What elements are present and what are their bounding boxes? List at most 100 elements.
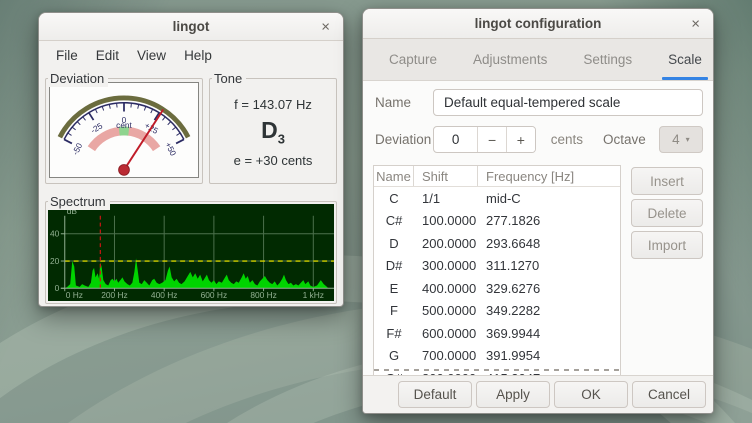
deviation-frame-label: Deviation (48, 70, 108, 87)
x-tick-label: 800 Hz (250, 290, 277, 300)
y-tick-label: 0 (55, 283, 60, 293)
table-row[interactable]: G700.0000391.9954 (374, 345, 620, 368)
table-cell: 700.0000 (414, 348, 478, 363)
gauge-unit-label: cent (116, 121, 132, 130)
menu-help[interactable]: Help (175, 45, 221, 66)
deviation-spinbox: 0 − + (433, 126, 536, 153)
close-icon[interactable]: × (317, 17, 334, 36)
table-cell: F# (374, 326, 414, 341)
table-cell: F (374, 303, 414, 318)
close-icon[interactable]: × (687, 14, 704, 33)
table-cell: 400.0000 (414, 281, 478, 296)
spectrum-frame: Spectrum 402000 Hz200 Hz400 Hz600 Hz800 … (45, 201, 337, 304)
col-header-shift[interactable]: Shift (414, 166, 478, 186)
scale-name-input[interactable] (433, 89, 703, 116)
tab-settings[interactable]: Settings (571, 39, 644, 80)
table-cell: C# (374, 213, 414, 228)
name-label: Name (373, 95, 431, 110)
tab-capture[interactable]: Capture (377, 39, 449, 80)
gauge-tick (168, 122, 171, 125)
menu-view[interactable]: View (128, 45, 175, 66)
table-row[interactable]: D200.0000293.6648 (374, 232, 620, 255)
note-octave: 3 (278, 132, 285, 147)
gauge-needle (122, 109, 163, 173)
col-header-name[interactable]: Name (374, 166, 414, 186)
spectrum-frame-label: Spectrum (48, 193, 110, 210)
table-cell: 500.0000 (414, 303, 478, 318)
table-row[interactable]: E400.0000329.6276 (374, 277, 620, 300)
tone-frame-label: Tone (212, 70, 246, 87)
ok-button[interactable]: OK (554, 381, 628, 408)
plus-button[interactable]: + (506, 127, 535, 152)
note-readout: D3 (210, 117, 336, 147)
table-cell: 329.6276 (478, 281, 620, 296)
gauge-tick (64, 139, 72, 143)
octave-label: Octave (603, 132, 646, 147)
config-titlebar[interactable]: lingot configuration × (363, 9, 713, 39)
spectrum-curve (65, 258, 328, 288)
gauge-tick-label: -50 (71, 141, 85, 156)
table-cell: 311.1270 (478, 258, 620, 273)
apply-button[interactable]: Apply (476, 381, 550, 408)
col-header-frequency[interactable]: Frequency [Hz] (478, 166, 620, 186)
scale-note-table[interactable]: Name Shift Frequency [Hz] C1/1mid-CC#100… (373, 165, 621, 377)
x-tick-label: 1 kHz (303, 290, 324, 300)
dialog-action-bar: Default Apply OK Cancel (363, 375, 713, 413)
spectrum-plot: 402000 Hz200 Hz400 Hz600 Hz800 Hz1 kHzdB (48, 204, 334, 301)
default-button[interactable]: Default (398, 381, 472, 408)
gauge-needle-group (122, 109, 163, 173)
deviation-value[interactable]: 0 (434, 127, 477, 152)
main-titlebar[interactable]: lingot × (39, 13, 343, 41)
table-cell: D# (374, 258, 414, 273)
table-cell: 300.0000 (414, 258, 478, 273)
table-cell: 349.2282 (478, 303, 620, 318)
menubar: File Edit View Help (39, 41, 343, 66)
lingot-main-window: lingot × File Edit View Help Deviation -… (38, 12, 344, 307)
table-row[interactable]: C1/1mid-C (374, 187, 620, 210)
table-cell: 200.0000 (414, 236, 478, 251)
octave-dropdown[interactable]: 4 ▾ (659, 126, 703, 153)
gauge-tick (72, 127, 75, 130)
table-row[interactable]: D#300.0000311.1270 (374, 255, 620, 278)
deviation-frame: Deviation -50-250+25+50cent (45, 78, 203, 184)
gauge-tick (138, 104, 139, 108)
table-row[interactable]: F500.0000349.2282 (374, 300, 620, 323)
gauge-pivot (119, 165, 130, 176)
table-cell: E (374, 281, 414, 296)
tone-frame: Tone f = 143.07 Hz D3 e = +30 cents (209, 78, 337, 184)
gauge-tick (89, 113, 94, 120)
x-tick-label: 600 Hz (201, 290, 228, 300)
menu-file[interactable]: File (47, 45, 87, 66)
gauge-tick (83, 117, 86, 120)
cancel-button[interactable]: Cancel (632, 381, 706, 408)
tab-adjustments[interactable]: Adjustments (461, 39, 559, 80)
x-tick-label: 0 Hz (66, 290, 83, 300)
gauge-tick (109, 104, 110, 108)
gauge-tick-label: +50 (163, 141, 178, 158)
scale-table-body: C1/1mid-CC#100.0000277.1826D200.0000293.… (374, 187, 620, 377)
gauge-tick (151, 109, 153, 113)
chevron-down-icon: ▾ (686, 135, 690, 144)
tab-scale[interactable]: Scale (656, 39, 714, 80)
table-row[interactable]: C#100.0000277.1826 (374, 210, 620, 233)
config-window-title: lingot configuration (475, 16, 602, 31)
x-tick-label: 200 Hz (101, 290, 128, 300)
gauge-tick (176, 139, 184, 143)
gauge-tick (176, 133, 180, 135)
import-button[interactable]: Import (631, 231, 703, 259)
scale-tab-page: Name Deviation 0 − + cents Octave 4 ▾ Na… (363, 81, 713, 377)
table-cell: C (374, 191, 414, 206)
table-row[interactable]: F#600.0000369.9944 (374, 322, 620, 345)
main-window-title: lingot (173, 19, 210, 34)
table-cell: 1/1 (414, 191, 478, 206)
octave-value: 4 (672, 132, 680, 147)
insert-button[interactable]: Insert (631, 167, 703, 195)
table-cell: 277.1826 (478, 213, 620, 228)
minus-button[interactable]: − (477, 127, 506, 152)
menu-edit[interactable]: Edit (87, 45, 128, 66)
table-header: Name Shift Frequency [Hz] (374, 166, 620, 187)
scroll-undershoot-indicator (374, 369, 620, 371)
delete-button[interactable]: Delete (631, 199, 703, 227)
gauge-tick (95, 109, 97, 113)
table-cell: mid-C (478, 191, 620, 206)
